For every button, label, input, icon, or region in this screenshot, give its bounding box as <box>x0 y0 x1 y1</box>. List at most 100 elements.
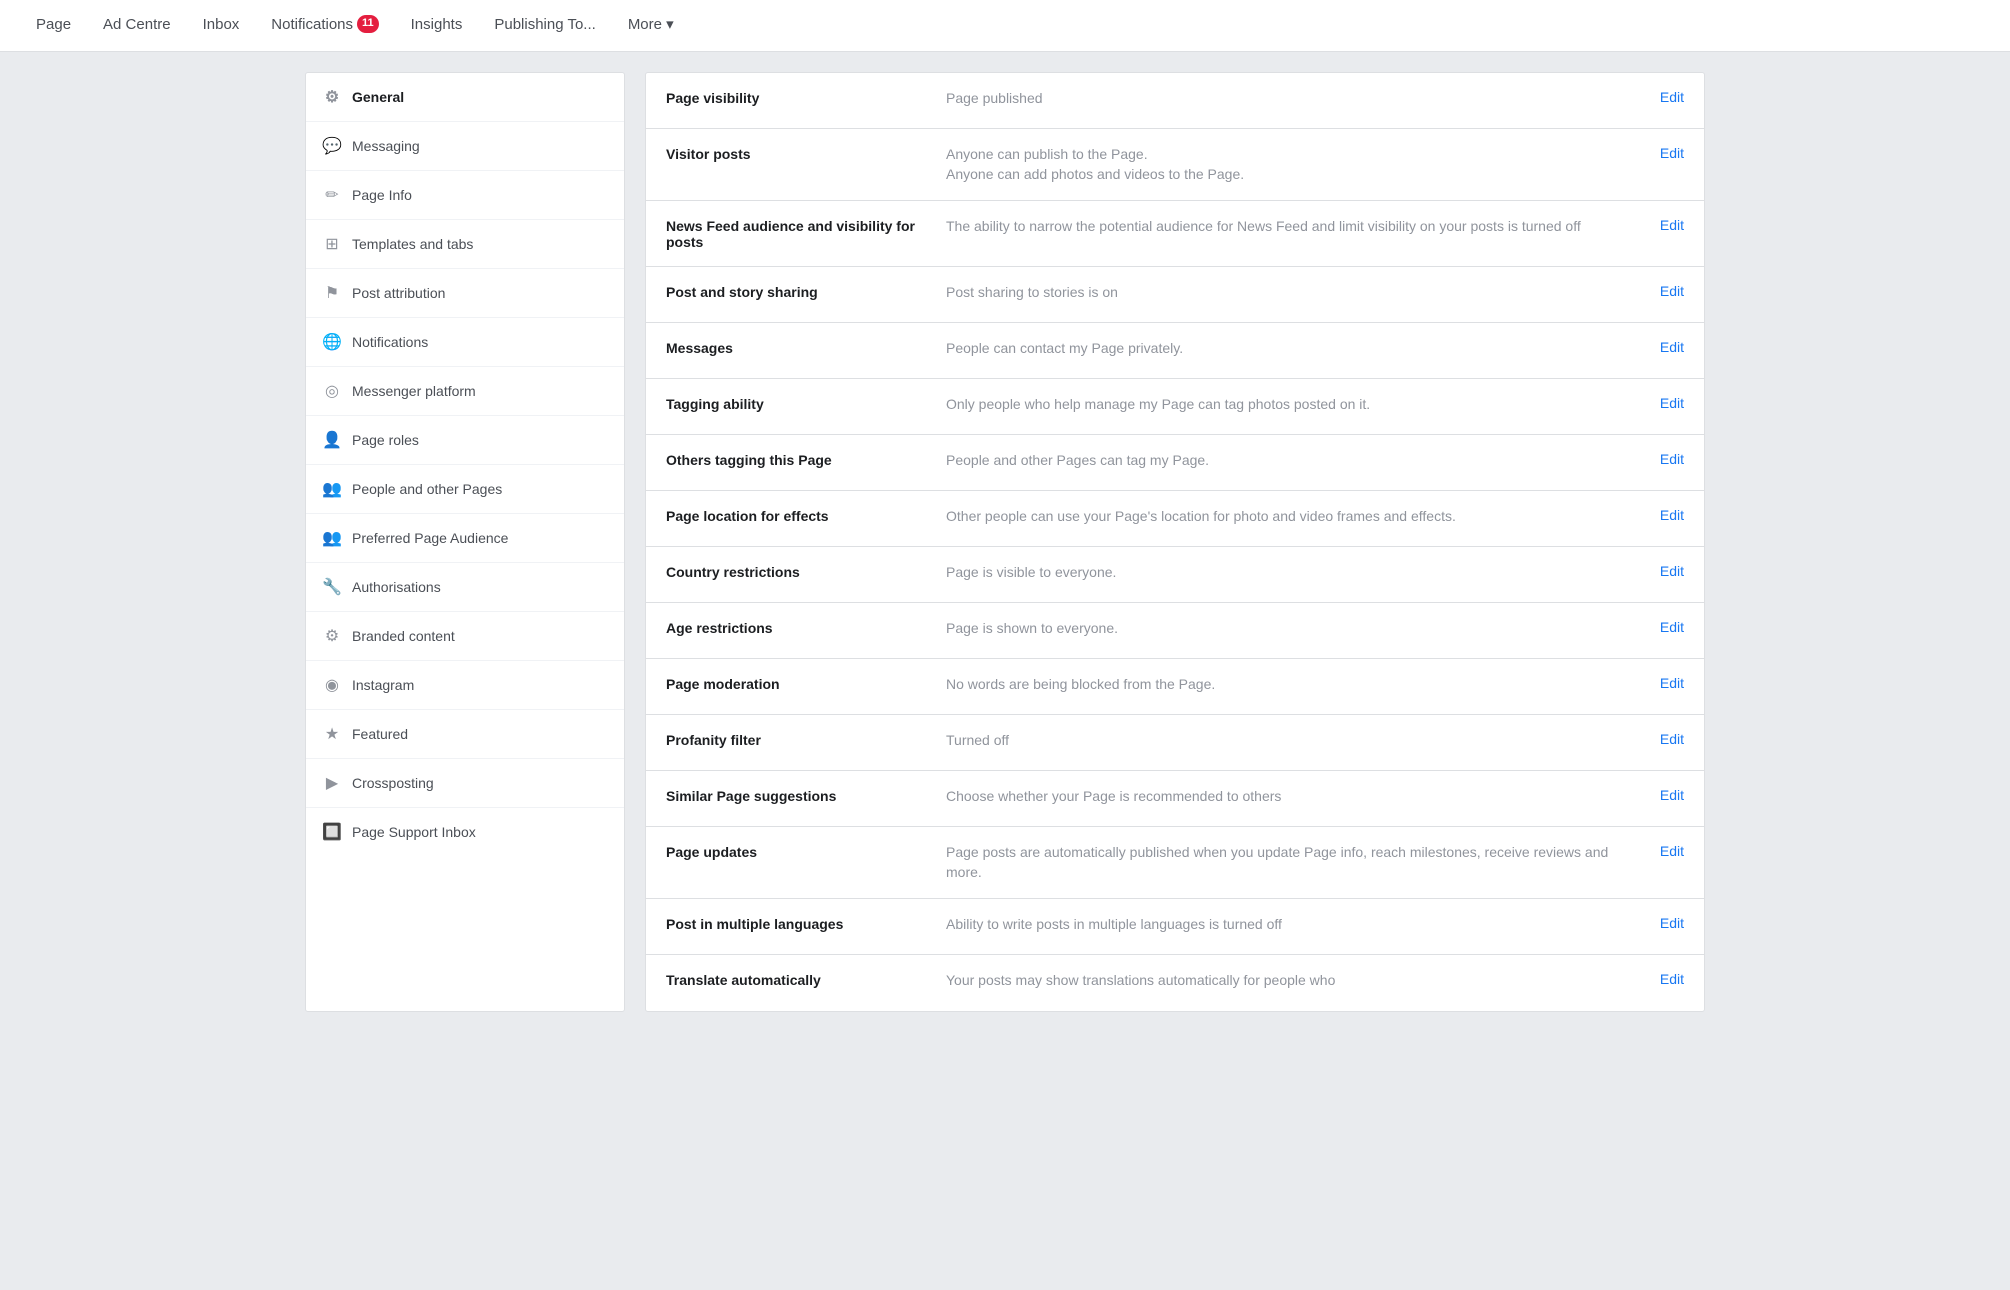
sidebar-label-page-roles: Page roles <box>352 432 419 448</box>
settings-value-profanity-filter: Turned off <box>926 731 1660 751</box>
nav-badge-notifications: 11 <box>357 15 379 32</box>
sidebar-item-messenger-platform[interactable]: ◎Messenger platform <box>306 367 624 416</box>
settings-edit-messages[interactable]: Edit <box>1660 339 1684 355</box>
sidebar-item-notifications[interactable]: 🌐 Notifications <box>306 318 624 367</box>
templates-tabs-icon: ⊞ <box>322 234 342 254</box>
sidebar-item-featured[interactable]: ★ Featured <box>306 710 624 759</box>
settings-edit-others-tagging[interactable]: Edit <box>1660 451 1684 467</box>
sidebar-item-branded-content[interactable]: ⚙Branded content <box>306 612 624 661</box>
settings-edit-post-story-sharing[interactable]: Edit <box>1660 283 1684 299</box>
sidebar-item-preferred-audience[interactable]: 👥Preferred Page Audience <box>306 514 624 563</box>
settings-label-country-restrictions: Country restrictions <box>666 563 926 580</box>
sidebar-label-messaging: Messaging <box>352 138 420 154</box>
settings-row-page-moderation: Page moderationNo words are being blocke… <box>646 659 1704 715</box>
settings-label-news-feed-audience: News Feed audience and visibility for po… <box>666 217 926 250</box>
settings-edit-page-visibility[interactable]: Edit <box>1660 89 1684 105</box>
settings-value-post-story-sharing: Post sharing to stories is on <box>926 283 1660 303</box>
settings-value-messages: People can contact my Page privately. <box>926 339 1660 359</box>
settings-row-page-visibility: Page visibilityPage publishedEdit <box>646 73 1704 129</box>
settings-value-page-updates: Page posts are automatically published w… <box>926 843 1660 882</box>
page-roles-icon: 👤 <box>322 430 342 450</box>
sidebar-item-general[interactable]: ⚙ General <box>306 73 624 122</box>
notifications-icon: 🌐 <box>322 332 342 352</box>
settings-row-age-restrictions: Age restrictionsPage is shown to everyon… <box>646 603 1704 659</box>
settings-edit-post-multiple-languages[interactable]: Edit <box>1660 915 1684 931</box>
settings-value-age-restrictions: Page is shown to everyone. <box>926 619 1660 639</box>
settings-value-visitor-posts: Anyone can publish to the Page. Anyone c… <box>926 145 1660 184</box>
settings-edit-visitor-posts[interactable]: Edit <box>1660 145 1684 161</box>
sidebar-item-authorisations[interactable]: 🔧Authorisations <box>306 563 624 612</box>
settings-label-similar-page-suggestions: Similar Page suggestions <box>666 787 926 804</box>
settings-row-country-restrictions: Country restrictionsPage is visible to e… <box>646 547 1704 603</box>
page-support-inbox-icon: 🔲 <box>322 822 342 842</box>
settings-row-similar-page-suggestions: Similar Page suggestionsChoose whether y… <box>646 771 1704 827</box>
settings-edit-tagging-ability[interactable]: Edit <box>1660 395 1684 411</box>
settings-label-visitor-posts: Visitor posts <box>666 145 926 162</box>
sidebar-label-notifications: Notifications <box>352 334 428 350</box>
settings-row-page-updates: Page updatesPage posts are automatically… <box>646 827 1704 899</box>
nav-item-inbox[interactable]: Inbox <box>187 0 256 52</box>
settings-edit-age-restrictions[interactable]: Edit <box>1660 619 1684 635</box>
messaging-icon: 💬 <box>322 136 342 156</box>
settings-edit-page-moderation[interactable]: Edit <box>1660 675 1684 691</box>
sidebar-label-crossposting: Crossposting <box>352 775 434 791</box>
sidebar-label-branded-content: Branded content <box>352 628 455 644</box>
settings-edit-page-updates[interactable]: Edit <box>1660 843 1684 859</box>
sidebar-item-instagram[interactable]: ◉Instagram <box>306 661 624 710</box>
nav-item-page[interactable]: Page <box>20 0 87 52</box>
nav-item-more[interactable]: More ▾ <box>612 0 690 52</box>
settings-edit-country-restrictions[interactable]: Edit <box>1660 563 1684 579</box>
settings-row-messages: MessagesPeople can contact my Page priva… <box>646 323 1704 379</box>
settings-label-profanity-filter: Profanity filter <box>666 731 926 748</box>
settings-label-others-tagging: Others tagging this Page <box>666 451 926 468</box>
settings-edit-similar-page-suggestions[interactable]: Edit <box>1660 787 1684 803</box>
settings-row-profanity-filter: Profanity filterTurned offEdit <box>646 715 1704 771</box>
sidebar-item-templates-tabs[interactable]: ⊞ Templates and tabs <box>306 220 624 269</box>
sidebar-label-page-info: Page Info <box>352 187 412 203</box>
crossposting-icon: ▶ <box>322 773 342 793</box>
settings-edit-news-feed-audience[interactable]: Edit <box>1660 217 1684 233</box>
settings-value-tagging-ability: Only people who help manage my Page can … <box>926 395 1660 415</box>
sidebar-label-general: General <box>352 89 404 105</box>
settings-value-page-visibility: Page published <box>926 89 1660 109</box>
instagram-icon: ◉ <box>322 675 342 695</box>
general-icon: ⚙ <box>322 87 342 107</box>
sidebar-label-messenger-platform: Messenger platform <box>352 383 476 399</box>
sidebar-label-post-attribution: Post attribution <box>352 285 445 301</box>
main-layout: ⚙ General 💬 Messaging ✏ Page Info ⊞ Templates a… <box>305 72 1705 1012</box>
sidebar-label-authorisations: Authorisations <box>352 579 441 595</box>
sidebar-item-post-attribution[interactable]: ⚑Post attribution <box>306 269 624 318</box>
sidebar-item-page-support-inbox[interactable]: 🔲Page Support Inbox <box>306 808 624 856</box>
settings-label-post-story-sharing: Post and story sharing <box>666 283 926 300</box>
top-nav: PageAd CentreInboxNotifications11Insight… <box>0 0 2010 52</box>
sidebar-label-people-other-pages: People and other Pages <box>352 481 502 497</box>
nav-item-notifications[interactable]: Notifications11 <box>255 0 394 52</box>
settings-content: Page visibilityPage publishedEdit Visitor… <box>645 72 1705 1012</box>
settings-row-tagging-ability: Tagging abilityOnly people who help mana… <box>646 379 1704 435</box>
sidebar-label-featured: Featured <box>352 726 408 742</box>
settings-label-post-multiple-languages: Post in multiple languages <box>666 915 926 932</box>
sidebar-item-messaging[interactable]: 💬 Messaging <box>306 122 624 171</box>
sidebar-item-page-roles[interactable]: 👤 Page roles <box>306 416 624 465</box>
nav-item-publishing[interactable]: Publishing To... <box>478 0 611 52</box>
sidebar-label-templates-tabs: Templates and tabs <box>352 236 473 252</box>
settings-label-age-restrictions: Age restrictions <box>666 619 926 636</box>
settings-label-translate-automatically: Translate automatically <box>666 971 926 988</box>
settings-value-page-location-effects: Other people can use your Page's locatio… <box>926 507 1660 527</box>
settings-edit-page-location-effects[interactable]: Edit <box>1660 507 1684 523</box>
settings-edit-profanity-filter[interactable]: Edit <box>1660 731 1684 747</box>
settings-label-page-moderation: Page moderation <box>666 675 926 692</box>
page-info-icon: ✏ <box>322 185 342 205</box>
nav-item-ad-centre[interactable]: Ad Centre <box>87 0 187 52</box>
settings-edit-translate-automatically[interactable]: Edit <box>1660 971 1684 987</box>
settings-value-news-feed-audience: The ability to narrow the potential audi… <box>926 217 1660 237</box>
sidebar-item-page-info[interactable]: ✏ Page Info <box>306 171 624 220</box>
settings-row-post-multiple-languages: Post in multiple languagesAbility to wri… <box>646 899 1704 955</box>
sidebar-item-people-other-pages[interactable]: 👥People and other Pages <box>306 465 624 514</box>
settings-value-similar-page-suggestions: Choose whether your Page is recommended … <box>926 787 1660 807</box>
nav-item-insights[interactable]: Insights <box>395 0 479 52</box>
featured-icon: ★ <box>322 724 342 744</box>
sidebar-item-crossposting[interactable]: ▶ Crossposting <box>306 759 624 808</box>
sidebar: ⚙ General 💬 Messaging ✏ Page Info ⊞ Templates a… <box>305 72 625 1012</box>
settings-value-page-moderation: No words are being blocked from the Page… <box>926 675 1660 695</box>
